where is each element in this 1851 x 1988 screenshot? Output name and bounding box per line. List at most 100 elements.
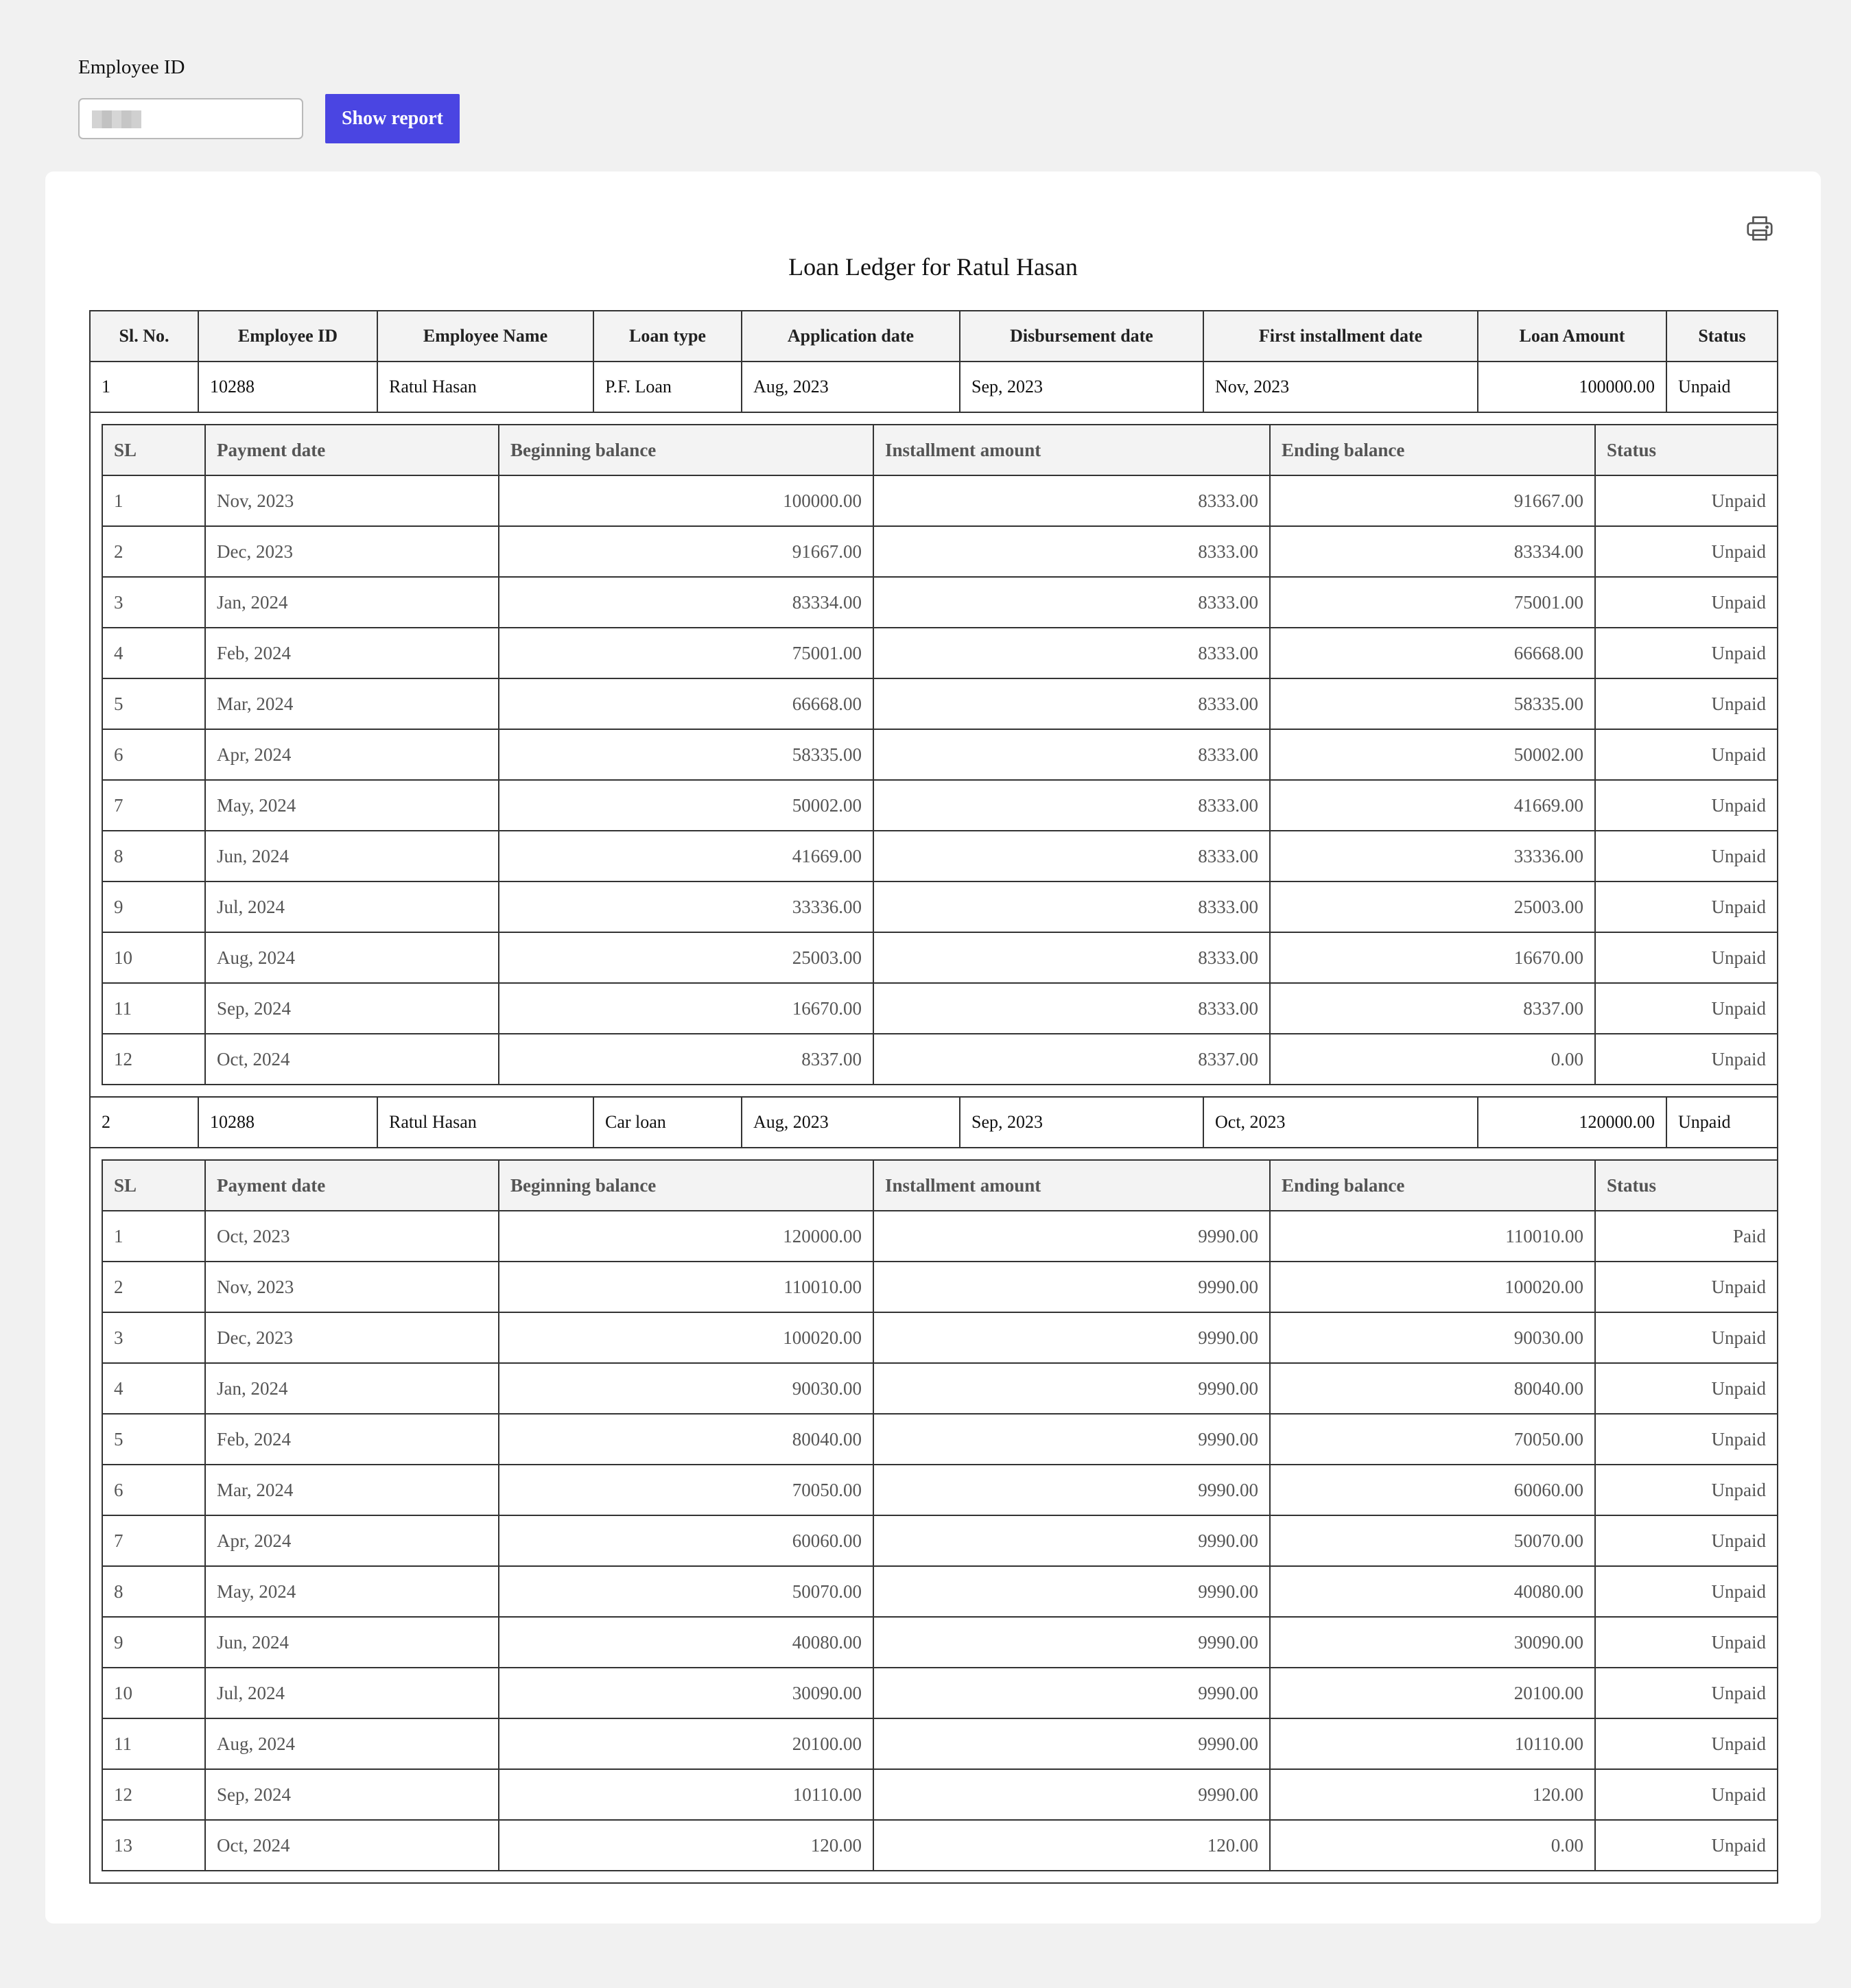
schedule-cell-sl: 6 xyxy=(102,1464,206,1516)
schedule-cell-installment-amount: 120.00 xyxy=(873,1819,1271,1871)
schedule-column-header: Payment date xyxy=(204,424,499,476)
schedule-cell-status: Paid xyxy=(1594,1210,1778,1262)
schedule-cell-installment-amount: 9990.00 xyxy=(873,1768,1271,1821)
loan-application-date-cell: Aug, 2023 xyxy=(741,1096,960,1148)
table-row: 1 Nov, 2023 100000.00 8333.00 91667.00 Unpaid xyxy=(102,475,1778,527)
schedule-cell-payment-date: Jul, 2024 xyxy=(204,881,499,933)
schedule-cell-beginning-balance: 110010.00 xyxy=(498,1261,874,1313)
loan-first-installment-date-cell: Oct, 2023 xyxy=(1203,1096,1478,1148)
loan-disbursement-date-cell: Sep, 2023 xyxy=(959,361,1204,413)
schedule-cell-ending-balance: 30090.00 xyxy=(1269,1616,1596,1668)
table-row: 6 Apr, 2024 58335.00 8333.00 50002.00 Unpaid xyxy=(102,729,1778,781)
employee-id-input[interactable] xyxy=(78,98,303,139)
schedule-cell-sl: 2 xyxy=(102,1261,206,1313)
schedule-cell-payment-date: Jan, 2024 xyxy=(204,576,499,628)
schedule-cell-installment-amount: 8333.00 xyxy=(873,779,1271,831)
schedule-column-header: SL xyxy=(102,1159,206,1211)
schedule-header-row: SL Payment date Beginning balance Installme… xyxy=(102,424,1778,476)
schedule-cell-status: Unpaid xyxy=(1594,1616,1778,1668)
schedule-cell-status: Unpaid xyxy=(1594,1362,1778,1415)
schedule-cell-ending-balance: 75001.00 xyxy=(1269,576,1596,628)
schedule-cell-status: Unpaid xyxy=(1594,1464,1778,1516)
loan-row: 2 10288 Ratul Hasan Car loan Aug, 2023 Sep, 2… xyxy=(89,1096,1778,1148)
table-row: 7 May, 2024 50002.00 8333.00 41669.00 Unpaid xyxy=(102,779,1778,831)
schedule-column-header: Ending balance xyxy=(1269,1159,1596,1211)
table-row: 1 Oct, 2023 120000.00 9990.00 110010.00 Paid xyxy=(102,1210,1778,1262)
schedule-cell-installment-amount: 9990.00 xyxy=(873,1515,1271,1567)
employee-id-label: Employee ID xyxy=(78,56,185,78)
schedule-cell-beginning-balance: 80040.00 xyxy=(498,1413,874,1465)
schedule-cell-ending-balance: 80040.00 xyxy=(1269,1362,1596,1415)
schedule-cell-beginning-balance: 66668.00 xyxy=(498,678,874,730)
loan-loan-type-cell: Car loan xyxy=(593,1096,742,1148)
schedule-column-header: Beginning balance xyxy=(498,424,874,476)
schedule-cell-sl: 8 xyxy=(102,830,206,882)
schedule-cell-ending-balance: 8337.00 xyxy=(1269,982,1596,1034)
schedule-cell-payment-date: Jan, 2024 xyxy=(204,1362,499,1415)
schedule-cell-installment-amount: 9990.00 xyxy=(873,1464,1271,1516)
schedule-cell-payment-date: Apr, 2024 xyxy=(204,1515,499,1567)
schedule-cell-sl: 12 xyxy=(102,1768,206,1821)
loan-employee-name-cell: Ratul Hasan xyxy=(377,361,594,413)
loan-ledger-table: Sl. No. Employee ID Employee Name Loan type… xyxy=(89,310,1778,1884)
schedule-cell-beginning-balance: 20100.00 xyxy=(498,1718,874,1770)
column-header: Loan Amount xyxy=(1477,310,1667,362)
schedule-cell: SL Payment date Beginning balance Installme… xyxy=(89,412,1778,1098)
schedule-column-header: Installment amount xyxy=(873,424,1271,476)
table-row: 5 Feb, 2024 80040.00 9990.00 70050.00 Unpaid xyxy=(102,1413,1778,1465)
column-header: Loan type xyxy=(593,310,742,362)
schedule-cell-ending-balance: 110010.00 xyxy=(1269,1210,1596,1262)
schedule-cell-installment-amount: 8333.00 xyxy=(873,525,1271,578)
installment-schedule-table: SL Payment date Beginning balance Installme… xyxy=(102,424,1778,1085)
schedule-cell-beginning-balance: 8337.00 xyxy=(498,1033,874,1085)
schedule-cell-status: Unpaid xyxy=(1594,881,1778,933)
table-row: 7 Apr, 2024 60060.00 9990.00 50070.00 Unpaid xyxy=(102,1515,1778,1567)
loan-employee-name-cell: Ratul Hasan xyxy=(377,1096,594,1148)
printer-icon[interactable] xyxy=(1744,213,1776,244)
schedule-cell-sl: 2 xyxy=(102,525,206,578)
loan-loan-amount-cell: 120000.00 xyxy=(1477,1096,1667,1148)
table-row: 8 Jun, 2024 41669.00 8333.00 33336.00 Unpaid xyxy=(102,830,1778,882)
schedule-cell-status: Unpaid xyxy=(1594,932,1778,984)
schedule-cell-status: Unpaid xyxy=(1594,678,1778,730)
report-card: Loan Ledger for Ratul Hasan Sl. No. Emplo… xyxy=(45,171,1821,1924)
schedule-cell-sl: 7 xyxy=(102,779,206,831)
schedule-cell-beginning-balance: 33336.00 xyxy=(498,881,874,933)
table-row: 9 Jul, 2024 33336.00 8333.00 25003.00 Unpaid xyxy=(102,881,1778,933)
schedule-cell-sl: 1 xyxy=(102,475,206,527)
table-row: 5 Mar, 2024 66668.00 8333.00 58335.00 Unpaid xyxy=(102,678,1778,730)
schedule-cell-payment-date: Feb, 2024 xyxy=(204,1413,499,1465)
table-row: 10 Jul, 2024 30090.00 9990.00 20100.00 Unpaid xyxy=(102,1667,1778,1719)
schedule-cell-sl: 8 xyxy=(102,1565,206,1618)
filter-panel: Employee ID Show report xyxy=(78,56,460,143)
schedule-cell-ending-balance: 50070.00 xyxy=(1269,1515,1596,1567)
installment-schedule-table: SL Payment date Beginning balance Installme… xyxy=(102,1159,1778,1871)
schedule-cell-installment-amount: 8333.00 xyxy=(873,982,1271,1034)
report-title: Loan Ledger for Ratul Hasan xyxy=(788,253,1078,281)
schedule-cell-installment-amount: 8333.00 xyxy=(873,881,1271,933)
schedule-cell-sl: 1 xyxy=(102,1210,206,1262)
schedule-cell-sl: 3 xyxy=(102,576,206,628)
schedule-cell-sl: 5 xyxy=(102,678,206,730)
schedule-cell-payment-date: Jun, 2024 xyxy=(204,1616,499,1668)
schedule-cell-beginning-balance: 25003.00 xyxy=(498,932,874,984)
loan-loan-amount-cell: 100000.00 xyxy=(1477,361,1667,413)
schedule-cell-status: Unpaid xyxy=(1594,1413,1778,1465)
schedule-cell-status: Unpaid xyxy=(1594,1718,1778,1770)
schedule-cell-sl: 10 xyxy=(102,932,206,984)
table-row: 8 May, 2024 50070.00 9990.00 40080.00 Unpaid xyxy=(102,1565,1778,1618)
filter-row: Show report xyxy=(78,94,460,143)
schedule-cell-status: Unpaid xyxy=(1594,1565,1778,1618)
schedule-cell-payment-date: Dec, 2023 xyxy=(204,525,499,578)
schedule-cell-payment-date: Jul, 2024 xyxy=(204,1667,499,1719)
loan-status-cell: Unpaid xyxy=(1666,361,1778,413)
schedule-cell-ending-balance: 40080.00 xyxy=(1269,1565,1596,1618)
show-report-button[interactable]: Show report xyxy=(325,94,460,143)
schedule-cell-ending-balance: 10110.00 xyxy=(1269,1718,1596,1770)
loan-row: 1 10288 Ratul Hasan P.F. Loan Aug, 2023 Sep, … xyxy=(89,361,1778,413)
loan-first-installment-date-cell: Nov, 2023 xyxy=(1203,361,1478,413)
schedule-cell-beginning-balance: 50002.00 xyxy=(498,779,874,831)
schedule-cell-beginning-balance: 41669.00 xyxy=(498,830,874,882)
schedule-cell-sl: 11 xyxy=(102,1718,206,1770)
schedule-cell-beginning-balance: 58335.00 xyxy=(498,729,874,781)
